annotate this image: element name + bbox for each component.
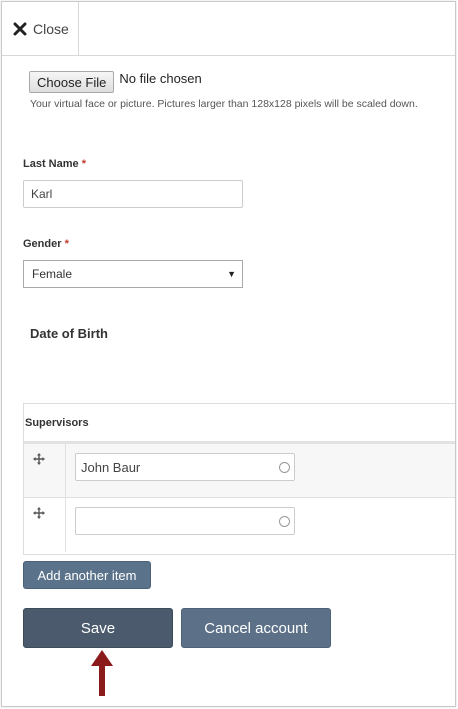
autocomplete-throbber-icon xyxy=(279,516,290,527)
autocomplete-throbber-icon xyxy=(279,462,290,473)
supervisors-header: Supervisors xyxy=(24,404,455,444)
account-form-panel: Close Choose File No file chosen Your vi… xyxy=(1,1,456,707)
supervisor-input[interactable] xyxy=(75,507,295,535)
drag-cell xyxy=(24,498,66,552)
dropdown-arrow-icon: ▼ xyxy=(227,269,236,279)
close-label: Close xyxy=(33,21,69,37)
drag-handle-icon[interactable] xyxy=(33,507,45,519)
gender-label: Gender * xyxy=(23,238,69,250)
date-of-birth-heading: Date of Birth xyxy=(30,326,108,341)
no-file-text: No file chosen xyxy=(119,70,202,86)
add-another-item-button[interactable]: Add another item xyxy=(23,561,151,589)
save-button[interactable]: Save xyxy=(23,608,173,648)
table-row xyxy=(24,498,455,552)
drag-cell xyxy=(24,444,66,497)
gender-required-mark: * xyxy=(64,238,69,250)
supervisor-input[interactable] xyxy=(75,453,295,481)
gender-selected-value: Female xyxy=(32,267,73,281)
gender-select[interactable]: Female ▼ xyxy=(23,260,243,288)
last-name-label: Last Name * xyxy=(23,158,86,170)
table-row xyxy=(24,444,455,498)
choose-file-button[interactable]: Choose File xyxy=(29,71,115,93)
last-name-label-text: Last Name xyxy=(23,158,79,170)
close-x-icon xyxy=(13,22,27,36)
picture-upload-row: Choose File No file chosen xyxy=(29,71,202,93)
last-name-input[interactable] xyxy=(23,180,243,208)
close-button[interactable]: Close xyxy=(2,2,79,56)
cancel-account-button[interactable]: Cancel account xyxy=(181,608,331,648)
gender-label-text: Gender xyxy=(23,238,62,250)
panel-header: Close xyxy=(2,2,455,56)
supervisors-table: Supervisors xyxy=(23,403,455,555)
up-arrow-icon xyxy=(91,650,113,696)
picture-help-text: Your virtual face or picture. Pictures l… xyxy=(30,98,418,110)
drag-handle-icon[interactable] xyxy=(33,453,45,465)
last-name-required-mark: * xyxy=(81,158,86,170)
